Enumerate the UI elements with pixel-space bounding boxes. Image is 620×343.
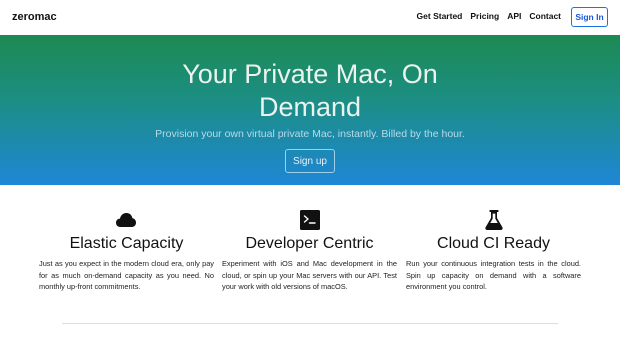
nav-link-get-started[interactable]: Get Started <box>417 11 463 21</box>
navbar: zeromac Get Started Pricing API Contact … <box>0 0 620 35</box>
hero-title-line-2: Demand <box>258 92 362 122</box>
brand-logo[interactable]: zeromac <box>12 11 57 23</box>
sign-up-button[interactable]: Sign up <box>285 149 335 173</box>
feature-title: Elastic Capacity <box>69 235 184 252</box>
nav-link-pricing[interactable]: Pricing <box>470 11 499 21</box>
section-divider <box>62 323 558 324</box>
feature-description: Run your continuous integration tests in… <box>406 259 581 291</box>
nav-link-contact[interactable]: Contact <box>529 11 561 21</box>
feature-title: Developer Centric <box>245 235 374 252</box>
nav-links: Get Started Pricing API Contact <box>409 11 561 21</box>
feature-title: Cloud CI Ready <box>437 235 550 252</box>
flask-icon <box>485 210 503 230</box>
feature-description: Experiment with iOS and Mac development … <box>222 259 397 291</box>
terminal-icon <box>300 210 320 230</box>
hero-title: Your Private Mac, On Demand <box>0 58 620 124</box>
hero-subtitle: Provision your own virtual private Mac, … <box>155 128 465 140</box>
nav-link-api[interactable]: API <box>507 11 521 21</box>
sign-in-button[interactable]: Sign In <box>571 7 608 27</box>
features-section: Elastic Capacity Just as you expect in t… <box>0 185 620 343</box>
hero-title-line-1: Your Private Mac, On <box>182 59 438 89</box>
hero-section: Your Private Mac, On Demand Provision yo… <box>0 35 620 185</box>
feature-description: Just as you expect in the modern cloud e… <box>39 259 214 291</box>
cloud-icon <box>116 213 136 227</box>
